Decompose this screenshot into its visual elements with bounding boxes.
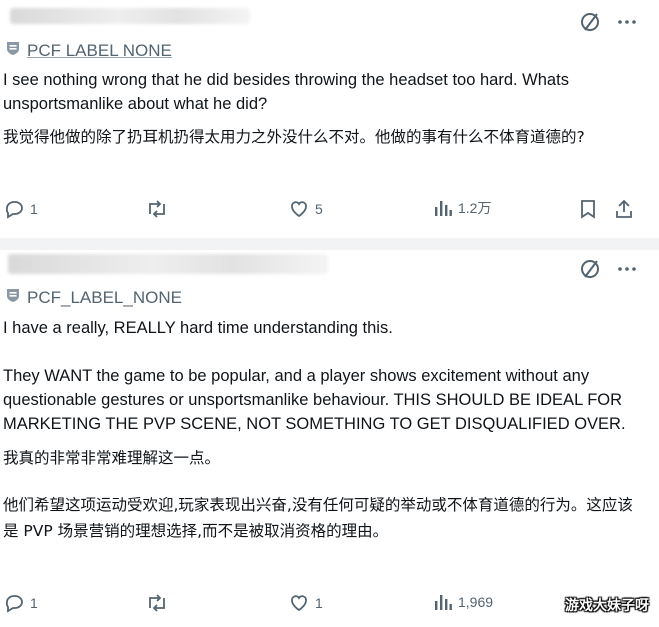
author-name-blurred[interactable] — [10, 8, 250, 24]
more-icon[interactable] — [617, 259, 637, 279]
grok-slash-icon[interactable] — [579, 11, 601, 33]
like-count: 5 — [315, 201, 323, 217]
post-2[interactable]: PCF_LABEL_NONE I have a really, REALLY h… — [0, 250, 659, 627]
post-text-en-2: They WANT the game to be popular, and a … — [3, 367, 627, 433]
label-text[interactable]: PCF_LABEL_NONE — [27, 288, 182, 308]
bookmark-button[interactable] — [578, 198, 598, 220]
like-button[interactable]: 1 — [288, 592, 323, 614]
views-count: 1,969 — [458, 594, 494, 610]
post-top-icons — [579, 11, 637, 33]
views-icon — [435, 201, 452, 216]
like-icon — [291, 595, 307, 612]
bookmark-icon — [581, 200, 595, 219]
label-text[interactable]: PCF LABEL NONE — [27, 41, 172, 61]
reply-count: 1 — [30, 201, 38, 217]
share-button[interactable] — [613, 198, 635, 220]
post-text-en-1: I have a really, REALLY hard time unders… — [3, 319, 393, 337]
watermark: 游戏大妹子呀 — [565, 598, 649, 614]
action-bar: 1 5 1.2万 — [0, 198, 659, 228]
post-text-en: I see nothing wrong that he did besides … — [3, 71, 574, 113]
reply-icon — [5, 201, 23, 219]
like-button[interactable]: 5 — [288, 198, 323, 220]
post-divider — [0, 238, 659, 250]
post-body: I see nothing wrong that he did besides … — [3, 68, 647, 150]
more-icon[interactable] — [617, 12, 637, 32]
repost-button[interactable] — [145, 198, 169, 220]
reply-icon — [5, 595, 23, 613]
share-icon — [616, 199, 632, 218]
post-label[interactable]: PCF_LABEL_NONE — [5, 287, 182, 308]
views-icon — [435, 595, 452, 610]
action-bar: 1 1 1,969 — [0, 592, 659, 622]
grok-slash-icon[interactable] — [579, 258, 601, 280]
like-count: 1 — [315, 595, 323, 611]
label-icon — [5, 287, 21, 308]
label-icon — [5, 40, 21, 61]
reply-button[interactable]: 1 — [3, 592, 38, 614]
post-text-zh-1: 我真的非常非常难理解这一点。 — [3, 449, 221, 467]
post-text-zh: 我觉得他做的除了扔耳机扔得太用力之外没什么不对。他做的事有什么不体育道德的? — [3, 128, 585, 146]
repost-icon — [149, 200, 165, 218]
like-icon — [291, 201, 307, 218]
post-1[interactable]: PCF LABEL NONE I see nothing wrong that … — [0, 0, 659, 238]
author-name-blurred[interactable] — [8, 254, 328, 274]
views-button[interactable]: 1.2万 — [433, 198, 491, 218]
views-count: 1.2万 — [458, 200, 492, 216]
post-body: I have a really, REALLY hard time unders… — [3, 316, 647, 544]
reply-button[interactable]: 1 — [3, 198, 38, 220]
post-label[interactable]: PCF LABEL NONE — [5, 40, 172, 61]
repost-icon — [149, 594, 165, 612]
reply-count: 1 — [30, 595, 38, 611]
repost-button[interactable] — [145, 592, 169, 614]
views-button[interactable]: 1,969 — [433, 592, 493, 612]
post-top-icons — [579, 258, 637, 280]
post-text-zh-2: 他们希望这项运动受欢迎,玩家表现出兴奋,没有任何可疑的举动或不体育道德的行为。这… — [3, 496, 633, 540]
